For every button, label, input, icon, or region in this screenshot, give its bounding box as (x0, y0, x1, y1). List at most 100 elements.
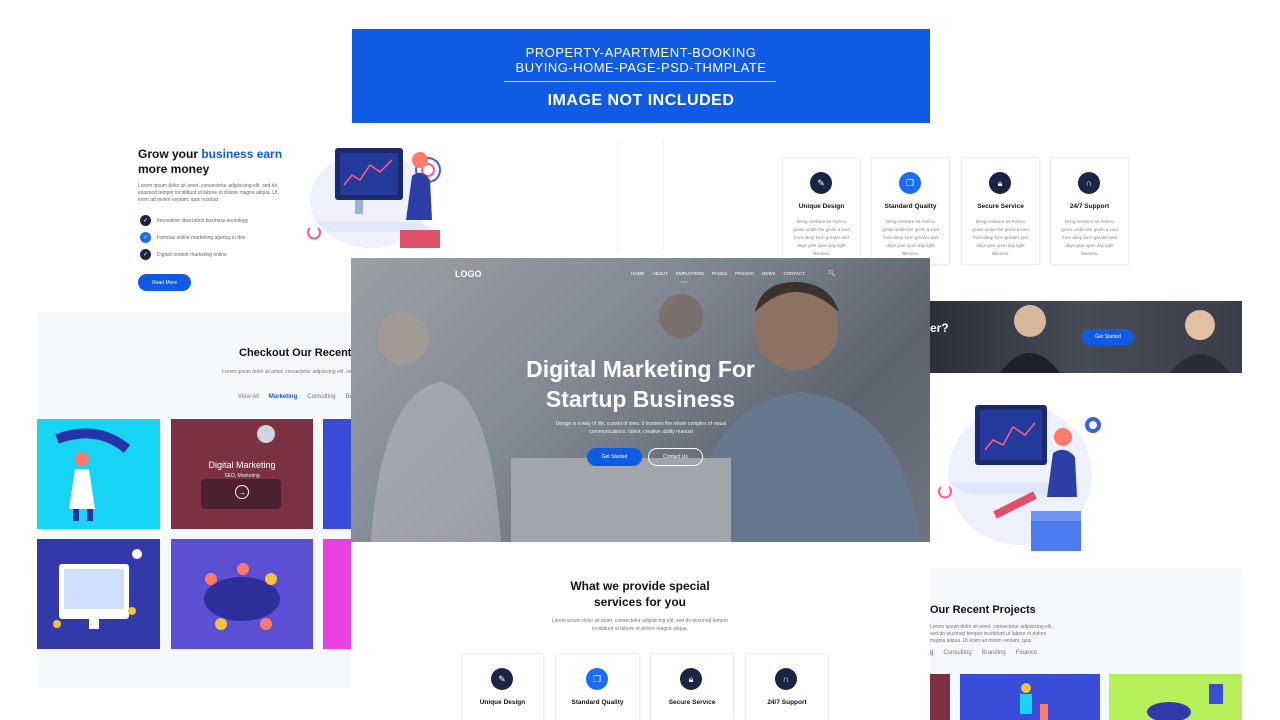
read-more-button[interactable]: Read More (138, 274, 191, 291)
hero-section: LOGO HOME ABOUT EMPLOYERS PAGES PRICING … (351, 258, 930, 542)
check-item-label: Famous online marketing agency in this (157, 234, 246, 241)
portfolio-tile[interactable] (171, 539, 313, 649)
service-text: Bring creature let Fish to grass under t… (1061, 219, 1118, 256)
nav-active-indicator: • • • (681, 279, 688, 284)
service-title: Standard Quality (571, 699, 624, 706)
service-title: Secure Service (668, 699, 716, 706)
portfolio-tile[interactable] (930, 674, 950, 720)
service-card[interactable]: ✎ Unique Design (461, 653, 544, 720)
main-nav: HOME ABOUT EMPLOYERS PAGES PRICING NEWS … (631, 271, 805, 276)
service-title: Standard Quality (884, 203, 937, 210)
divider (663, 140, 664, 250)
filter-consulting[interactable]: Consulting (943, 650, 971, 656)
copy-icon: ❐ (899, 172, 921, 194)
check-icon: ✓ (140, 215, 151, 226)
edit-icon: ✎ (491, 668, 513, 690)
check-item: ✓ Famous online marketing agency in this (140, 232, 245, 243)
filter-marketing[interactable]: g (930, 650, 933, 656)
lock-icon: 🔒︎ (989, 172, 1011, 194)
nav-pricing[interactable]: PRICING (735, 271, 754, 276)
desk-illustration-top (307, 148, 441, 248)
grow-heading-part1: Grow your (138, 147, 202, 161)
headset-icon: ∩ (775, 668, 797, 690)
filter-consulting[interactable]: Consulting (307, 394, 335, 400)
meeting-illustration (204, 563, 280, 630)
get-started-button[interactable]: Get Started (587, 448, 642, 466)
chart-illustration (1147, 684, 1223, 720)
service-card[interactable]: ✎ Unique Design Bring creature let Fish … (782, 157, 861, 265)
lock-icon: 🔒︎ (680, 668, 702, 690)
nav-contact[interactable]: CONTACT (783, 271, 804, 276)
service-card[interactable]: 🔒︎ Secure Service (650, 653, 734, 720)
service-title: Unique Design (798, 203, 845, 210)
filter-branding[interactable]: Branding (982, 650, 1006, 656)
service-title: Unique Design (479, 699, 526, 706)
portfolio-title-left: Checkout Our Recent (239, 347, 352, 359)
banner-line-3: IMAGE NOT INCLUDED (547, 92, 735, 109)
contact-us-button[interactable]: Contact Us (648, 448, 703, 466)
hero-headline-line2: Startup Business (545, 386, 736, 412)
hero-subtext: Design is a way of life, a point of view… (541, 420, 741, 436)
service-title: Secure Service (977, 203, 1024, 210)
banner-line-2: BUYING-HOME-PAGE-PSD-THMPLATE (515, 60, 767, 75)
portfolio-description-left: Lorem ipsum dolor sit amet, consectetur … (222, 369, 351, 375)
portfolio-tile[interactable] (960, 674, 1100, 720)
portfolio-tile[interactable] (37, 419, 160, 529)
service-card[interactable]: ∩ 24/7 Support (745, 653, 829, 720)
cta-strip-text: er? (930, 321, 949, 335)
service-title: 24/7 Support (1069, 203, 1110, 210)
portfolio-tile[interactable] (37, 539, 160, 649)
nav-news[interactable]: NEWS (762, 271, 776, 276)
service-title: 24/7 Support (767, 699, 807, 706)
check-item: ✓ Innovation idea latest business tecnol… (140, 215, 248, 226)
desk-illustration-right (938, 405, 1101, 551)
cta-strip: er? Get Started (930, 301, 1242, 373)
service-text: Bring creature let Fish to grass under t… (882, 219, 939, 256)
grow-heading-highlight: business earn (201, 147, 283, 161)
hero-subtext-line2: communications: talent, creative ability… (589, 429, 693, 435)
service-text: Bring creature let Fish to grass under t… (972, 219, 1029, 256)
grow-heading: Grow your business earn more money (138, 147, 308, 177)
check-icon: ✓ (140, 249, 151, 260)
nav-home[interactable]: HOME (631, 271, 645, 276)
arrow-right-icon[interactable]: → (235, 485, 249, 499)
check-item-label: Digital content marketing online (157, 251, 227, 258)
monitor-illustration (53, 549, 142, 629)
portfolio-tile[interactable] (1109, 674, 1242, 720)
grow-description: Lorem ipsum dolor sit amet, consectetur … (138, 183, 278, 203)
banner-line-1: PROPERTY-APARTMENT-BOOKING (525, 45, 757, 60)
nav-employers[interactable]: EMPLOYERS (676, 271, 704, 276)
logo[interactable]: LOGO (455, 269, 482, 279)
service-text: Bring creature let Fish to grass under t… (793, 219, 850, 256)
services-description: Lorem ipsum dolor sit amet, consectetur … (551, 618, 729, 632)
copy-icon: ❐ (586, 668, 608, 690)
services-heading: What we provide special services for you (540, 578, 740, 610)
service-card[interactable]: 🔒︎ Secure Service Bring creature let Fis… (961, 157, 1040, 265)
portfolio-tile-featured[interactable]: Digital Marketing SEO, Marketing → (171, 419, 313, 529)
nav-about[interactable]: ABOUT (653, 271, 669, 276)
check-item-label: Innovation idea latest business tecnolog… (157, 217, 249, 224)
portfolio-tile[interactable] (323, 419, 351, 529)
grow-heading-part2: more money (138, 162, 210, 176)
portfolio-description-right: Lorem ipsum dolor sit amet, consectetur … (930, 624, 1053, 644)
get-started-button[interactable]: Get Started (1082, 329, 1134, 345)
search-icon[interactable]: 🔍︎ (828, 270, 836, 277)
filter-marketing[interactable]: Marketing (269, 394, 297, 400)
portfolio-tile[interactable] (323, 539, 351, 649)
filter-finance[interactable]: Finance (1016, 650, 1037, 656)
service-card[interactable]: ❐ Standard Quality (555, 653, 640, 720)
growth-illustration (1020, 683, 1048, 720)
service-card[interactable]: ∩ 24/7 Support Bring creature let Fish t… (1050, 157, 1129, 265)
hero-headline: Digital Marketing For Startup Business (351, 354, 930, 414)
banner-rule (504, 81, 776, 82)
filter-view-all[interactable]: View All (238, 394, 259, 400)
check-icon: ✓ (140, 232, 151, 243)
nav-pages[interactable]: PAGES (712, 271, 727, 276)
check-item: ✓ Digital content marketing online (140, 249, 227, 260)
service-card[interactable]: ❐ Standard Quality Bring creature let Fi… (871, 157, 950, 265)
vr-illustration (55, 428, 131, 521)
portfolio-filters-left: View All Marketing Consulting Br (238, 394, 352, 400)
tile-subtitle: SEO, Marketing (224, 473, 260, 479)
services-heading-line2: services for you (593, 595, 687, 609)
hero-headline-line1: Digital Marketing For (526, 356, 755, 382)
